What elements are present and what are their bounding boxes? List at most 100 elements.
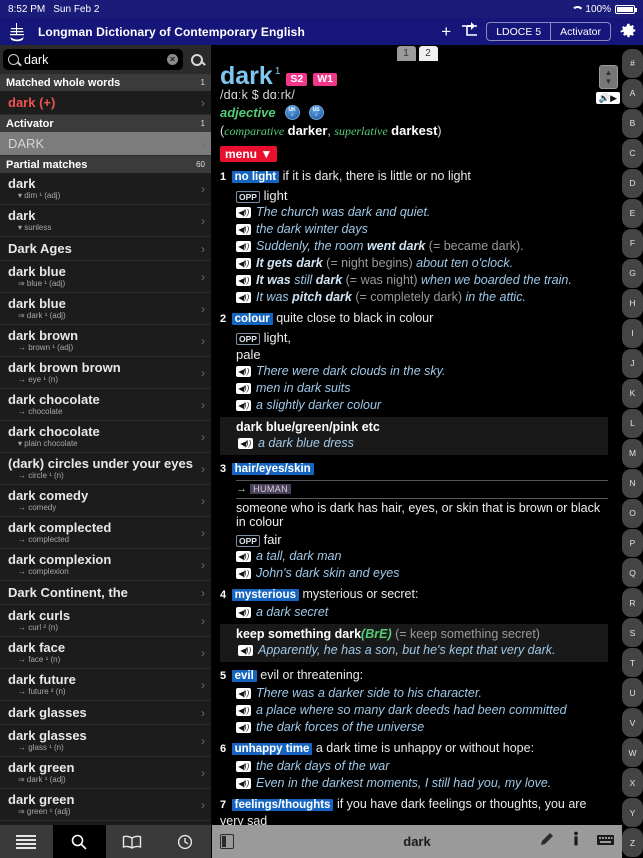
alpha-index-m[interactable]: M <box>622 439 643 468</box>
alpha-index-u[interactable]: U <box>622 678 643 707</box>
alpha-index-b[interactable]: B <box>622 109 643 138</box>
list-item[interactable]: dark brown→ brown ¹ (adj)› <box>0 325 211 357</box>
alpha-index-j[interactable]: J <box>622 349 643 378</box>
sense-signpost[interactable]: unhappy time <box>232 743 313 755</box>
us-audio-button[interactable]: US♪ <box>309 105 324 120</box>
sense-signpost[interactable]: evil <box>232 670 257 682</box>
list-item[interactable]: dark glasses→ glass ¹ (n)› <box>0 725 211 757</box>
list-item[interactable]: dark green⇒ dark ¹ (adj)› <box>0 757 211 789</box>
alpha-index-i[interactable]: I <box>622 319 643 348</box>
uk-audio-button[interactable]: UK♪ <box>285 105 300 120</box>
alpha-index-h[interactable]: H <box>622 289 643 318</box>
list-item[interactable]: dark glasses› <box>0 701 211 725</box>
cross-reference[interactable]: → HUMAN <box>236 483 608 495</box>
page-tab-2[interactable]: 2 <box>419 46 438 61</box>
search-submit-button[interactable] <box>186 54 208 66</box>
alpha-index-r[interactable]: R <box>622 588 643 617</box>
search-input[interactable]: dark <box>24 53 162 67</box>
search-input-wrap[interactable]: dark ✕ <box>3 49 183 70</box>
scroll-nav-button[interactable]: ▲ ▼ <box>599 65 618 89</box>
add-button[interactable]: + <box>441 23 451 40</box>
speaker-icon[interactable]: ◀)) <box>236 366 251 377</box>
list-item-activator-dark[interactable]: DARK › <box>0 132 211 156</box>
list-item[interactable]: dark face→ face ¹ (n)› <box>0 637 211 669</box>
alpha-index-d[interactable]: D <box>622 169 643 198</box>
alpha-index-y[interactable]: Y <box>622 798 643 827</box>
alpha-index-s[interactable]: S <box>622 618 643 647</box>
speaker-icon[interactable]: ◀)) <box>236 224 251 235</box>
list-item[interactable]: dark green⇒ green ¹ (adj)› <box>0 789 211 821</box>
tab-list[interactable] <box>0 825 53 858</box>
gear-icon[interactable] <box>620 23 637 40</box>
alpha-index-w[interactable]: W <box>622 738 643 767</box>
entry-speaker-button[interactable]: 🔊▶ <box>596 92 620 104</box>
list-item[interactable]: dark complexion→ complexion› <box>0 549 211 581</box>
alpha-index-e[interactable]: E <box>622 199 643 228</box>
info-icon[interactable] <box>569 831 583 852</box>
alpha-index-f[interactable]: F <box>622 229 643 258</box>
alpha-index-k[interactable]: K <box>622 379 643 408</box>
speaker-icon[interactable]: ◀)) <box>236 607 251 618</box>
results-list[interactable]: Matched whole words 1 dark (+) › Activat… <box>0 74 211 825</box>
alpha-index-g[interactable]: G <box>622 259 643 288</box>
list-item[interactable]: dark comedy→ comedy› <box>0 485 211 517</box>
list-item[interactable]: dark complected→ complected› <box>0 517 211 549</box>
speaker-icon[interactable]: ◀)) <box>236 400 251 411</box>
list-item[interactable]: dark▾ dim ¹ (adj)› <box>0 173 211 205</box>
clear-search-button[interactable]: ✕ <box>167 54 178 65</box>
dictionary-selector[interactable]: LDOCE 5 Activator <box>486 22 611 41</box>
opposite-word[interactable]: light, <box>264 330 291 345</box>
alpha-index-#[interactable]: # <box>622 49 643 78</box>
speaker-icon[interactable]: ◀)) <box>238 645 253 656</box>
list-item[interactable]: dark blue⇒ dark ¹ (adj)› <box>0 293 211 325</box>
speaker-icon[interactable]: ◀)) <box>236 688 251 699</box>
speaker-icon[interactable]: ◀)) <box>236 241 251 252</box>
alpha-index-x[interactable]: X <box>622 768 643 797</box>
share-icon[interactable] <box>460 21 477 42</box>
speaker-icon[interactable]: ◀)) <box>236 722 251 733</box>
speaker-icon[interactable]: ◀)) <box>236 778 251 789</box>
list-item[interactable]: dark future→ future ² (n)› <box>0 669 211 701</box>
sense-signpost[interactable]: colour <box>232 313 273 325</box>
speaker-icon[interactable]: ◀)) <box>238 438 253 449</box>
pen-icon[interactable] <box>539 831 555 852</box>
alphabet-index[interactable]: #ABCDEFGHIJKLMNOPQRSTUVWXYZ <box>622 45 643 858</box>
list-item[interactable]: dark brown brown→ eye ¹ (n)› <box>0 357 211 389</box>
speaker-icon[interactable]: ◀)) <box>236 551 251 562</box>
list-item[interactable]: dark blue⇒ blue ¹ (adj)› <box>0 261 211 293</box>
menu-button[interactable]: menu ▼ <box>220 146 277 162</box>
list-item[interactable]: Dark Continent, the› <box>0 581 211 605</box>
alpha-index-q[interactable]: Q <box>622 558 643 587</box>
tab-history[interactable] <box>158 825 211 858</box>
alpha-index-c[interactable]: C <box>622 139 643 168</box>
list-item[interactable]: dark chocolate→ chocolate› <box>0 389 211 421</box>
speaker-icon[interactable]: ◀)) <box>236 275 251 286</box>
list-item[interactable]: dark curls→ curl ² (n)› <box>0 605 211 637</box>
speaker-icon[interactable]: ◀)) <box>236 568 251 579</box>
opposite-word[interactable]: fair <box>264 532 282 547</box>
alpha-index-a[interactable]: A <box>622 79 643 108</box>
sense-signpost[interactable]: mysterious <box>232 589 299 601</box>
alpha-index-o[interactable]: O <box>622 499 643 528</box>
sense-signpost[interactable]: feelings/thoughts <box>232 799 334 811</box>
list-item[interactable]: (dark) circles under your eyes→ circle ¹… <box>0 453 211 485</box>
list-item[interactable]: dark grey⇒ grey ¹ (adj)› <box>0 821 211 825</box>
partial-matches-list[interactable]: dark▾ dim ¹ (adj)›dark▾ sunless›Dark Age… <box>0 173 211 825</box>
alpha-index-v[interactable]: V <box>622 708 643 737</box>
tab-search[interactable] <box>53 825 106 858</box>
alpha-index-t[interactable]: T <box>622 648 643 677</box>
tab-book[interactable] <box>106 825 159 858</box>
page-tab-1[interactable]: 1 <box>397 46 416 61</box>
keyboard-icon[interactable] <box>597 832 614 851</box>
dictionary-entry[interactable]: ▲ ▼ 🔊▶ dark 1 S2 W1 /dɑːk $ dɑːrk/ adjec… <box>212 61 622 858</box>
speaker-icon[interactable]: ◀)) <box>236 207 251 218</box>
alpha-index-n[interactable]: N <box>622 469 643 498</box>
list-item[interactable]: dark▾ sunless› <box>0 205 211 237</box>
list-item[interactable]: dark chocolate▾ plain chocolate› <box>0 421 211 453</box>
sense-signpost[interactable]: hair/eyes/skin <box>232 463 314 475</box>
speaker-icon[interactable]: ◀)) <box>236 383 251 394</box>
alpha-index-p[interactable]: P <box>622 529 643 558</box>
list-item[interactable]: dark (+) › <box>0 91 211 115</box>
sense-signpost[interactable]: no light <box>232 171 280 183</box>
seg-ldoce5[interactable]: LDOCE 5 <box>487 23 550 40</box>
